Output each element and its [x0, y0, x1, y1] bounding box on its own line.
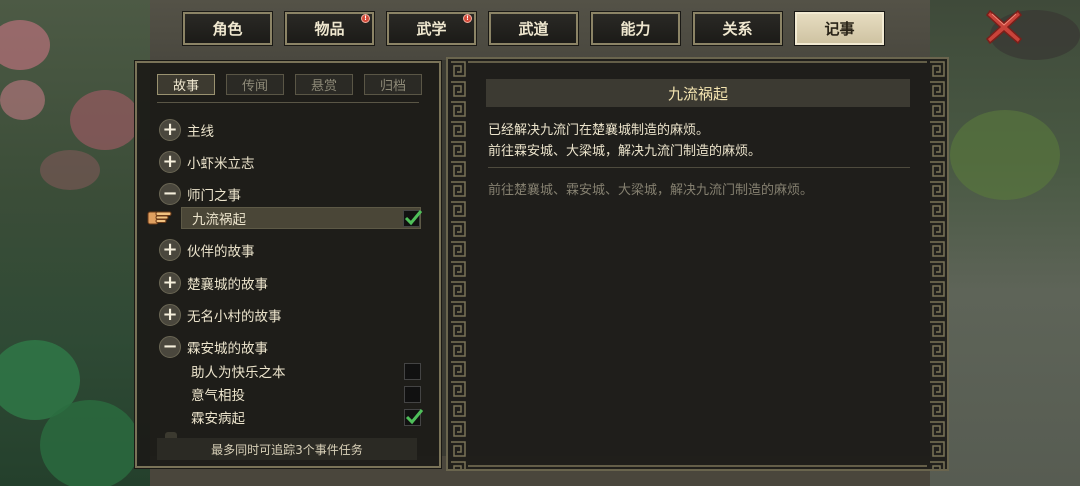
tab-label: 能力: [620, 20, 651, 38]
checkmark-icon: [404, 209, 423, 225]
tab-martial-arts[interactable]: 武学!: [386, 11, 477, 46]
quest-detail-description: 已经解决九流门在楚襄城制造的麻烦。 前往霖安城、大梁城，解决九流门制造的麻烦。: [488, 120, 761, 162]
quest-list-panel: 故事 传闻 悬赏 归档 + 主线 + 小虾米立志 − 师门之事 九流祸起 + 伙…: [135, 61, 441, 468]
main-tab-bar: 角色 物品! 武学! 武道 能力 关系 记事: [182, 11, 885, 46]
plus-icon: +: [159, 239, 181, 261]
quest-group-label: 师门之事: [187, 188, 241, 204]
quest-item-label: 意气相投: [191, 388, 245, 404]
quest-group-chuxiang[interactable]: + 楚襄城的故事: [159, 272, 268, 294]
quest-group-xiaoxiami[interactable]: + 小虾米立志: [159, 151, 255, 173]
tab-character[interactable]: 角色: [182, 11, 273, 46]
minus-icon: −: [159, 183, 181, 205]
quest-group-label: 霖安城的故事: [187, 341, 268, 357]
backdrop-right: [930, 0, 1080, 486]
border-bottom-line: [468, 465, 927, 467]
track-checkbox[interactable]: [404, 385, 421, 403]
tab-label: 武学: [416, 20, 447, 38]
quest-detail-title: 九流祸起: [486, 79, 910, 107]
close-button[interactable]: [985, 8, 1023, 46]
quest-group-label: 无名小村的故事: [187, 309, 282, 325]
quest-group-wuming[interactable]: + 无名小村的故事: [159, 304, 282, 326]
backdrop-left: [0, 0, 150, 486]
quest-group-shimen[interactable]: − 师门之事: [159, 183, 241, 205]
quest-group-label: 楚襄城的故事: [187, 277, 268, 293]
tab-relations[interactable]: 关系: [692, 11, 783, 46]
plus-icon: +: [159, 151, 181, 173]
tracking-limit-note: 最多同时可追踪3个事件任务: [157, 438, 417, 460]
meander-border-left: [448, 59, 468, 469]
meander-border-right: [927, 59, 947, 469]
border-top-line: [468, 61, 927, 63]
quest-group-main[interactable]: + 主线: [159, 119, 214, 141]
detail-divider: [488, 167, 910, 168]
quest-progress-line: 已经解决九流门在楚襄城制造的麻烦。: [488, 123, 710, 138]
quest-objective-line: 前往霖安城、大梁城，解决九流门制造的麻烦。: [488, 144, 762, 159]
tab-journal[interactable]: 记事: [794, 11, 885, 46]
track-checkbox[interactable]: [404, 362, 421, 380]
tab-martial-way[interactable]: 武道: [488, 11, 579, 46]
plus-icon: +: [159, 119, 181, 141]
quest-item-yiqi[interactable]: 意气相投: [181, 383, 421, 405]
quest-item-linanbing[interactable]: 霖安病起: [181, 406, 424, 428]
quest-detail-panel: 九流祸起 已经解决九流门在楚襄城制造的麻烦。 前往霖安城、大梁城，解决九流门制造…: [446, 57, 949, 471]
tab-items[interactable]: 物品!: [284, 11, 375, 46]
tab-label: 角色: [212, 20, 243, 38]
notification-badge-icon: !: [463, 14, 472, 23]
quest-group-label: 小虾米立志: [187, 156, 255, 172]
quest-group-label: 伙伴的故事: [187, 244, 255, 260]
quest-item-jiuliu[interactable]: 九流祸起: [181, 207, 423, 229]
notification-badge-icon: !: [361, 14, 370, 23]
track-checkbox[interactable]: [404, 408, 424, 426]
quest-next-objective: 前往楚襄城、霖安城、大梁城，解决九流门制造的麻烦。: [488, 183, 814, 198]
hand-pointer-icon: [147, 211, 172, 225]
quest-group-linan[interactable]: − 霖安城的故事: [159, 336, 268, 358]
tab-label: 物品: [314, 20, 345, 38]
close-x-icon: [985, 9, 1023, 45]
checkmark-icon: [405, 408, 424, 424]
quest-item-zhuren[interactable]: 助人为快乐之本: [181, 360, 421, 382]
quest-group-huoban[interactable]: + 伙伴的故事: [159, 239, 255, 261]
track-checkbox[interactable]: [403, 209, 423, 227]
tab-label: 记事: [824, 20, 855, 38]
quest-item-label: 九流祸起: [192, 212, 246, 228]
quest-tree: + 主线 + 小虾米立志 − 师门之事 九流祸起 + 伙伴的故事 + 楚襄城的故…: [137, 63, 439, 466]
plus-icon: +: [159, 272, 181, 294]
minus-icon: −: [159, 336, 181, 358]
quest-group-label: 主线: [187, 124, 214, 140]
quest-item-label: 助人为快乐之本: [191, 365, 286, 381]
quest-item-label: 霖安病起: [191, 411, 245, 427]
tab-label: 关系: [722, 20, 753, 38]
tab-label: 武道: [518, 20, 549, 38]
tab-abilities[interactable]: 能力: [590, 11, 681, 46]
plus-icon: +: [159, 304, 181, 326]
